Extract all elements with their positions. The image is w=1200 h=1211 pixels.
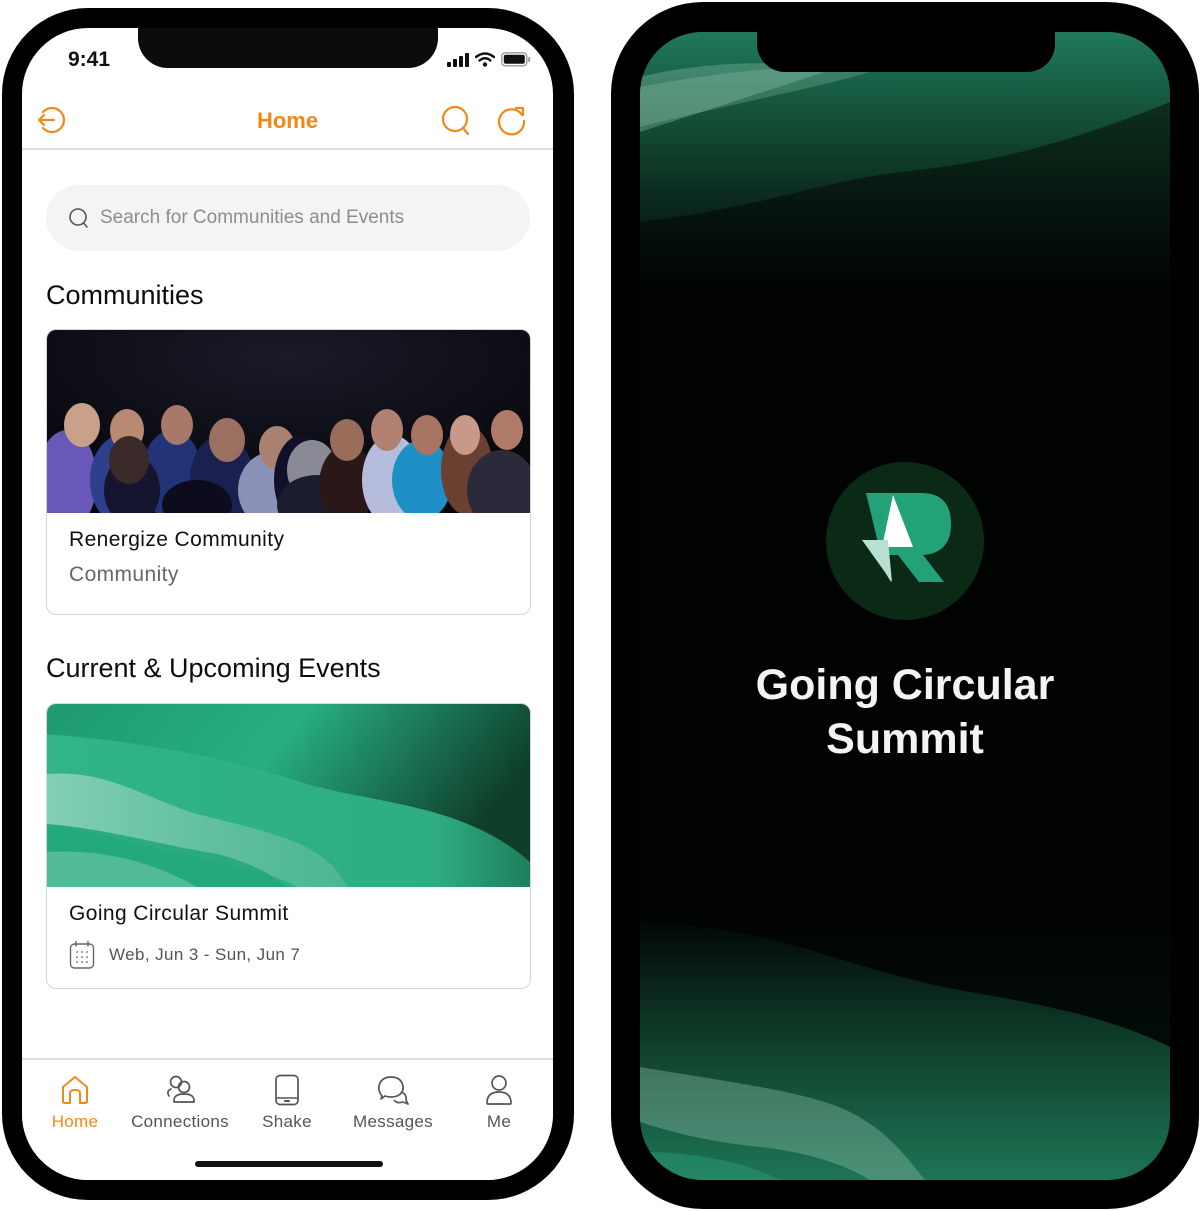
notch bbox=[757, 32, 1055, 72]
splash-title: Going Circular Summit bbox=[640, 658, 1170, 766]
status-icons bbox=[447, 52, 531, 67]
tab-home-label: Home bbox=[51, 1112, 99, 1131]
splash-title-line2: Summit bbox=[826, 715, 984, 763]
search-icon bbox=[441, 105, 470, 136]
calendar-icon bbox=[69, 940, 95, 969]
phone-frame-right: Going Circular Summit bbox=[611, 2, 1199, 1209]
event-date: Web, Jun 3 - Sun, Jun 7 bbox=[109, 945, 301, 964]
splash-title-line1: Going Circular bbox=[755, 661, 1055, 709]
person-icon bbox=[486, 1075, 512, 1105]
header-search-button[interactable] bbox=[436, 100, 476, 140]
battery-icon bbox=[501, 52, 531, 67]
refresh-button[interactable] bbox=[492, 100, 532, 140]
status-time: 9:41 bbox=[68, 48, 111, 71]
tab-shake[interactable]: Shake bbox=[232, 1074, 342, 1132]
events-heading: Current & Upcoming Events bbox=[46, 653, 381, 683]
event-date-row: Web, Jun 3 - Sun, Jun 7 bbox=[69, 940, 300, 970]
tab-messages[interactable]: Messages bbox=[338, 1074, 448, 1132]
community-title: Renergize Community bbox=[69, 528, 285, 551]
tab-shake-label: Shake bbox=[262, 1112, 312, 1131]
chat-icon bbox=[377, 1076, 409, 1105]
top-nav-bar: Home bbox=[22, 98, 553, 150]
people-icon bbox=[167, 1075, 195, 1103]
event-card[interactable]: Going Circular Summit Web, Jun 3 - Sun, … bbox=[46, 703, 531, 989]
search-bar[interactable] bbox=[46, 185, 530, 251]
event-title: Going Circular Summit bbox=[69, 902, 289, 925]
app-logo bbox=[826, 462, 984, 620]
communities-heading: Communities bbox=[46, 280, 204, 310]
tab-me-label: Me bbox=[486, 1112, 512, 1131]
phone-frame-left: 9:41 Home Search for Communities and Eve… bbox=[2, 8, 574, 1200]
bottom-tab-bar: Home Connections Shake Messages Me bbox=[22, 1058, 553, 1180]
phone-icon bbox=[275, 1074, 299, 1106]
community-image bbox=[47, 330, 530, 513]
tab-home[interactable]: Home bbox=[22, 1074, 130, 1132]
tab-connections[interactable]: Connections bbox=[125, 1074, 235, 1132]
renergize-r-logo-icon bbox=[862, 493, 951, 582]
tab-connections-label: Connections bbox=[131, 1112, 229, 1131]
splash-screen: Going Circular Summit bbox=[640, 32, 1170, 1180]
notch bbox=[138, 28, 438, 68]
home-icon bbox=[62, 1076, 88, 1104]
search-input[interactable] bbox=[100, 207, 500, 229]
home-indicator[interactable] bbox=[195, 1161, 383, 1167]
community-type: Community bbox=[69, 563, 179, 586]
signal-icon bbox=[447, 52, 469, 67]
wifi-icon bbox=[475, 52, 495, 67]
search-icon bbox=[69, 208, 88, 228]
tab-messages-label: Messages bbox=[353, 1112, 433, 1131]
event-banner-image bbox=[47, 704, 530, 887]
home-screen: 9:41 Home Search for Communities and Eve… bbox=[22, 28, 553, 1180]
refresh-icon bbox=[497, 106, 526, 136]
community-card[interactable]: Renergize Community Community bbox=[46, 329, 531, 615]
tab-me[interactable]: Me bbox=[444, 1074, 553, 1132]
